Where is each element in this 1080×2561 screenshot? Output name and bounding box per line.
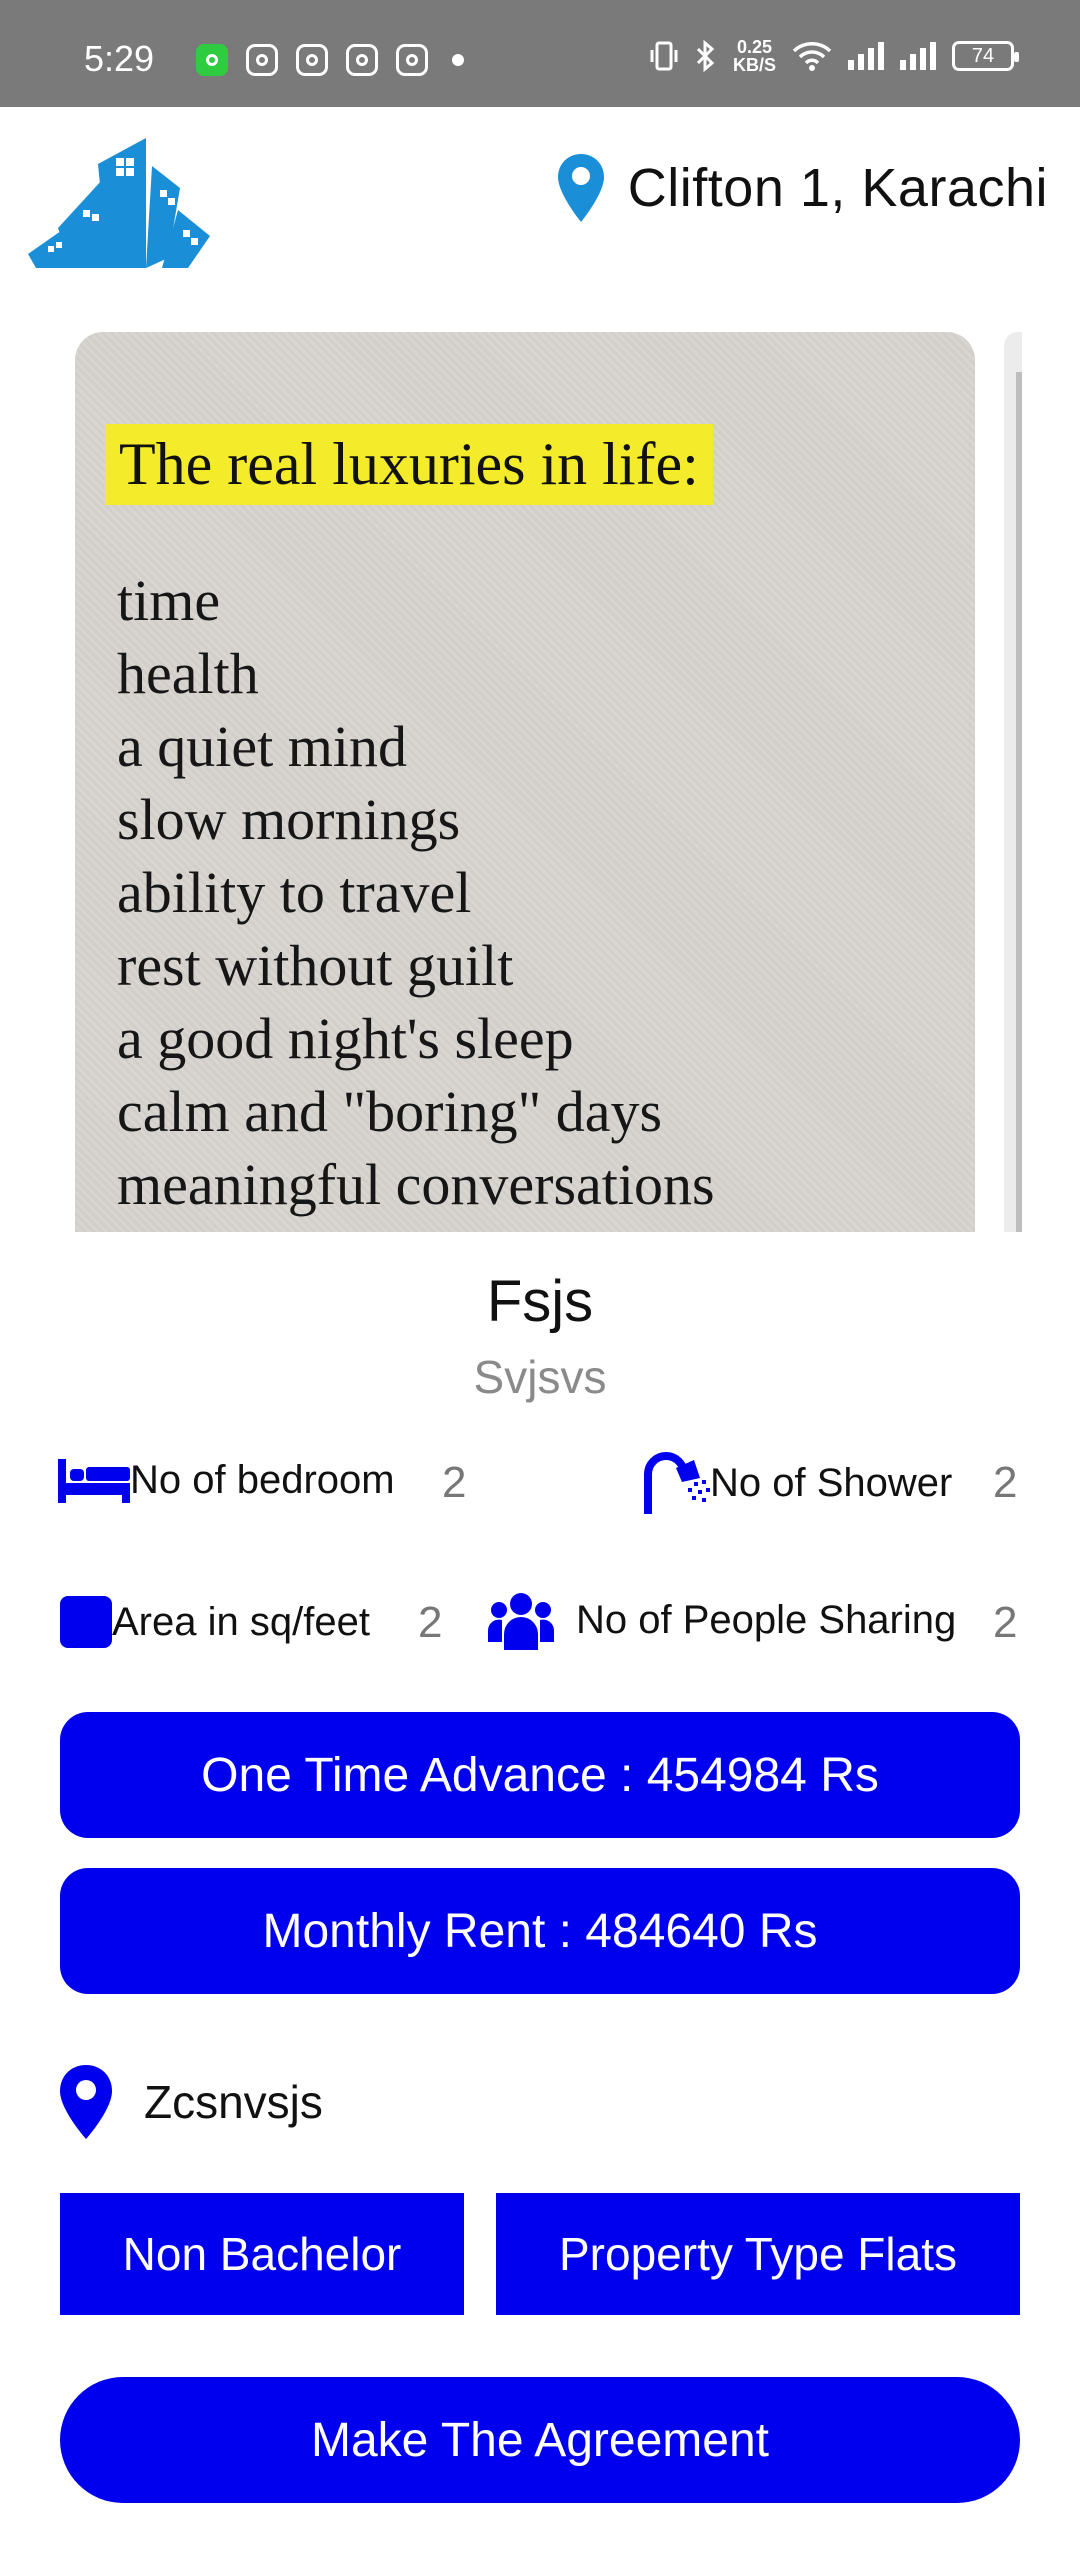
property-title: Fsjs [486,1269,594,1334]
property-subtitle: Svjsvs [473,1351,607,1403]
monthly-rent-button[interactable]: Monthly Rent : 484640 Rs [60,1868,1020,1994]
feature-label: No of bedroom [130,1458,395,1502]
instagram-icon [246,44,278,76]
feature-label: No of People Sharing [576,1597,957,1642]
people-sharing-count: 2 [993,1598,1018,1647]
feature-label: Area in sq/feet [112,1599,370,1644]
bed-icon [58,1458,130,1503]
feature-people-sharing: No of People Sharing [488,1590,956,1650]
shower-count: 2 [993,1458,1018,1507]
bachelor-status-button[interactable]: Non Bachelor [60,2193,464,2315]
quote-line: meaningful conversations [117,1152,715,1217]
network-speed: 0.25 KB/S [732,37,776,75]
property-type-button[interactable]: Property Type Flats [496,2193,1020,2315]
image-quote-title: The real luxuries in life: [105,424,713,505]
make-agreement-button[interactable]: Make The Agreement [60,2377,1020,2503]
battery-icon: 74 [952,41,1019,71]
bedroom-count: 2 [442,1458,467,1507]
location-label: Clifton 1, Karachi [627,158,1048,218]
feature-showers: No of Shower [642,1452,952,1514]
people-group-icon [488,1593,554,1650]
property-image[interactable]: The real luxuries in life: time health a… [75,332,975,1232]
quote-line: a quiet mind [117,714,407,779]
instagram-icon [396,44,428,76]
system-status-icons: 0.25 KB/S 74 [649,37,1019,75]
status-time: 5:29 [84,38,155,79]
one-time-advance-button[interactable]: One Time Advance : 454984 Rs [60,1712,1020,1838]
signal-icon [848,42,884,70]
area-square-icon [60,1596,112,1648]
notification-icons [196,44,464,76]
vibrate-icon [650,41,678,71]
bluetooth-icon [696,40,715,72]
more-notifications-dot-icon [452,54,464,66]
quote-line: calm and "boring" days [117,1079,663,1144]
map-pin-icon [60,2065,112,2139]
map-pin-icon [557,154,604,222]
status-bar: 5:29 0.25 KB/S 74 [0,0,1080,107]
current-location[interactable]: Clifton 1, Karachi [556,152,1048,224]
feature-label: No of Shower [710,1460,953,1505]
quote-line: rest without guilt [117,933,514,998]
wifi-icon [792,42,832,71]
buildings-logo-icon [28,138,210,268]
quote-line: slow mornings [117,787,461,852]
app-notification-icon [346,44,378,76]
quote-line: ability to travel [117,860,472,925]
area-value: 2 [418,1598,443,1647]
shower-icon [644,1452,710,1514]
address-text: Zcsnvsjs [144,2076,323,2128]
signal-icon [900,42,936,70]
feature-area: Area in sq/feet [60,1596,370,1648]
feature-bedrooms: No of bedroom [58,1458,395,1503]
quote-line: health [117,641,259,706]
quote-line: a good night's sleep [117,1006,574,1071]
quote-line: time [117,568,221,633]
instagram-icon [296,44,328,76]
property-address: Zcsnvsjs [58,2063,323,2141]
upload-notification-icon [196,44,228,76]
image-quote-lines: time health a quiet mind slow mornings a… [117,564,715,1221]
next-image-peek[interactable] [1004,332,1022,1232]
